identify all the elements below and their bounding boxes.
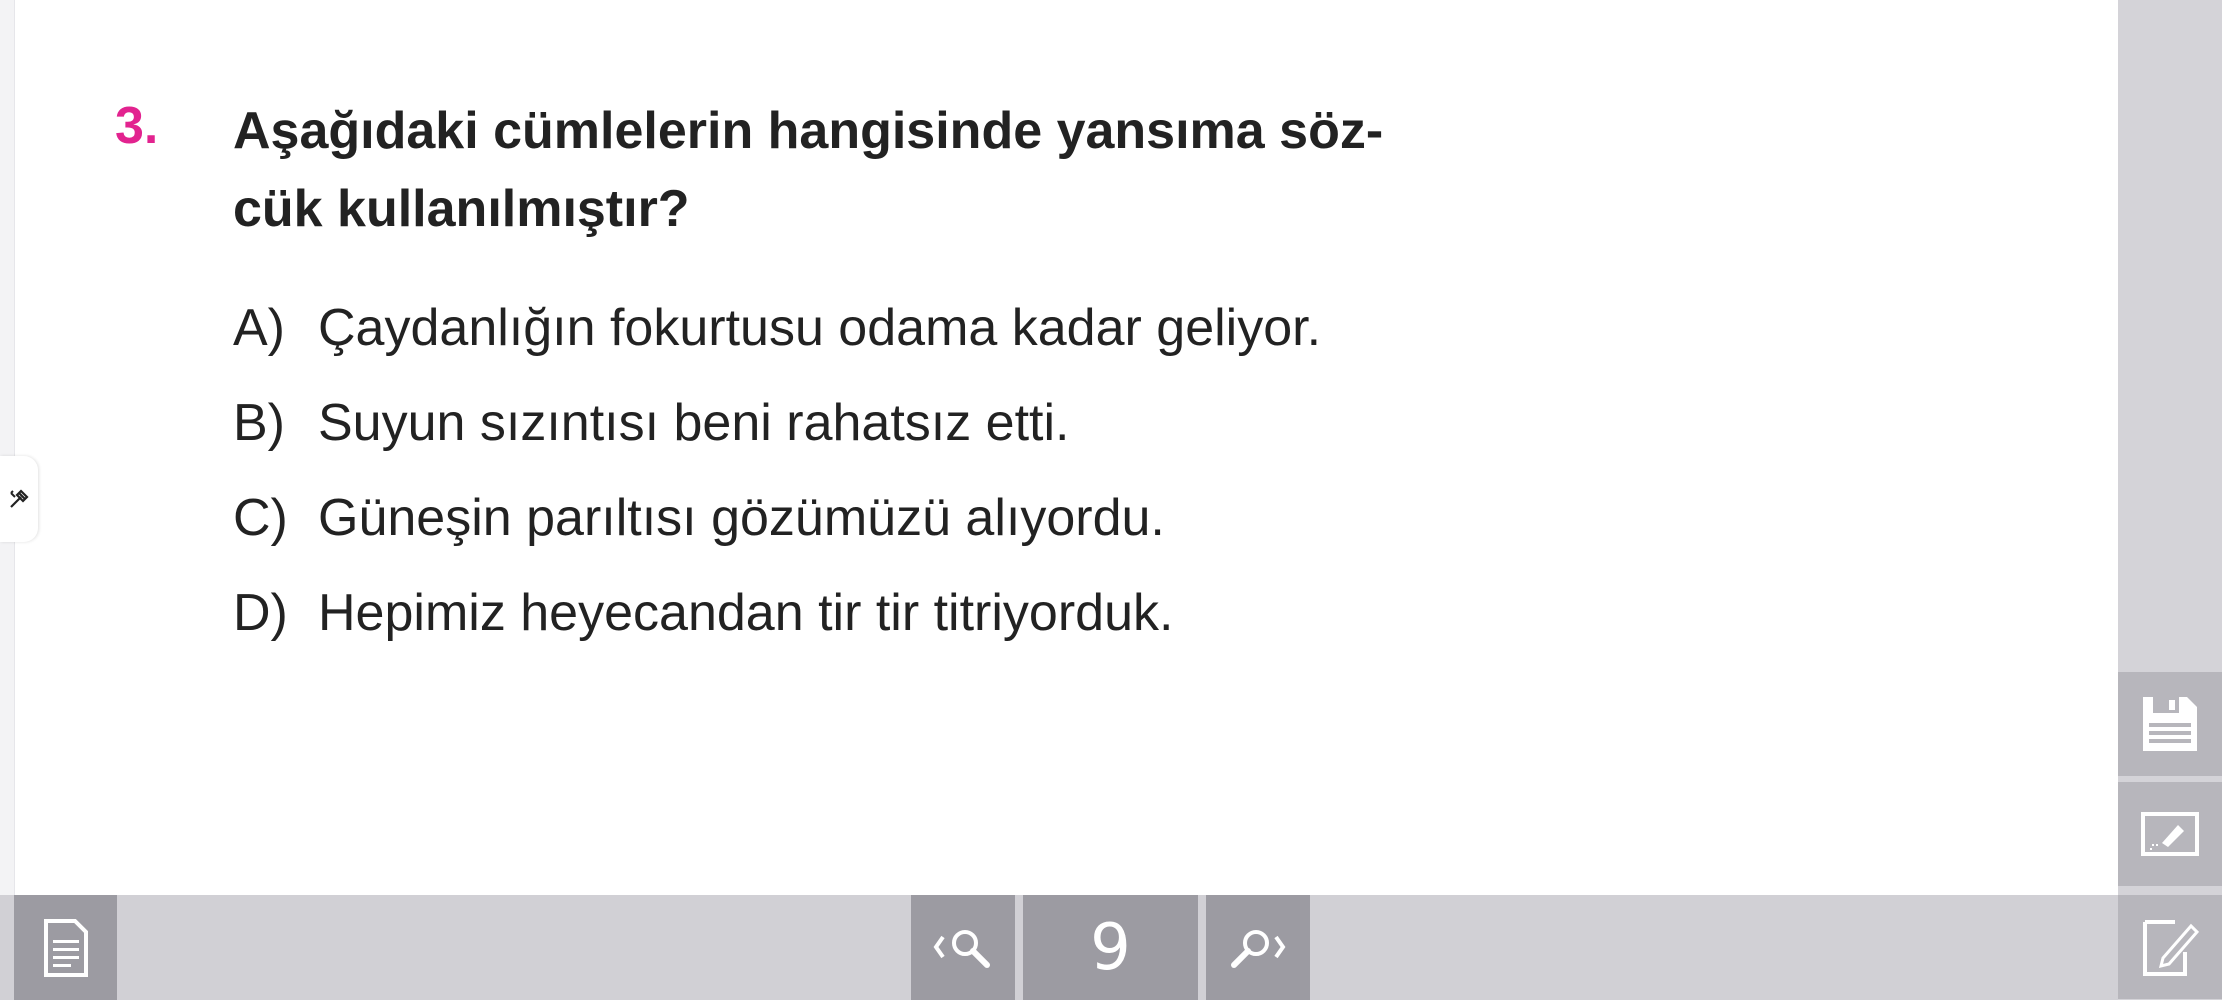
option-d[interactable]: D) Hepimiz heyecandan tir tir titriyordu… bbox=[233, 583, 1321, 678]
question-text: Aşağıdaki cümlelerin hangisinde yansıma … bbox=[233, 92, 1493, 248]
option-text: Güneşin parıltısı gözümüzü alıyordu. bbox=[318, 489, 1165, 547]
screen-capture-button[interactable] bbox=[2118, 782, 2222, 886]
search-prev-button[interactable] bbox=[911, 895, 1015, 1000]
search-next-icon bbox=[1231, 929, 1286, 968]
page-number: 9 bbox=[1090, 910, 1131, 985]
option-letter: C) bbox=[233, 489, 288, 547]
option-letter: D) bbox=[233, 584, 288, 642]
edit-note-icon bbox=[2143, 920, 2200, 976]
save-icon bbox=[2143, 697, 2197, 751]
edit-note-button[interactable] bbox=[2118, 895, 2222, 999]
search-next-button[interactable] bbox=[1206, 895, 1310, 1000]
option-letter: A) bbox=[233, 299, 285, 357]
page-content: 3. Aşağıdaki cümlelerin hangisinde yansı… bbox=[0, 0, 2118, 895]
save-button[interactable] bbox=[2118, 672, 2222, 776]
page-view-button[interactable] bbox=[14, 895, 117, 1000]
option-letter: B) bbox=[233, 394, 285, 452]
question-line-2: cük kullanılmıştır? bbox=[233, 180, 690, 238]
page-icon bbox=[43, 918, 88, 977]
question-number: 3. bbox=[115, 97, 159, 155]
page-number-box[interactable]: 9 bbox=[1023, 895, 1198, 1000]
option-c[interactable]: C) Güneşin parıltısı gözümüzü alıyordu. bbox=[233, 488, 1321, 583]
option-text: Hepimiz heyecandan tir tir titriyorduk. bbox=[318, 584, 1174, 642]
screen-capture-icon bbox=[2141, 812, 2199, 856]
option-b[interactable]: B) Suyun sızıntısı beni rahatsız etti. bbox=[233, 393, 1321, 488]
option-text: Çaydanlığın fokurtusu odama kadar geliyo… bbox=[318, 299, 1322, 357]
question-line-1: Aşağıdaki cümlelerin hangisinde yansıma … bbox=[233, 102, 1384, 160]
option-a[interactable]: A) Çaydanlığın fokurtusu odama kadar gel… bbox=[233, 298, 1321, 393]
answer-options: A) Çaydanlığın fokurtusu odama kadar gel… bbox=[233, 298, 1321, 678]
option-text: Suyun sızıntısı beni rahatsız etti. bbox=[318, 394, 1070, 452]
search-prev-icon bbox=[933, 929, 990, 968]
